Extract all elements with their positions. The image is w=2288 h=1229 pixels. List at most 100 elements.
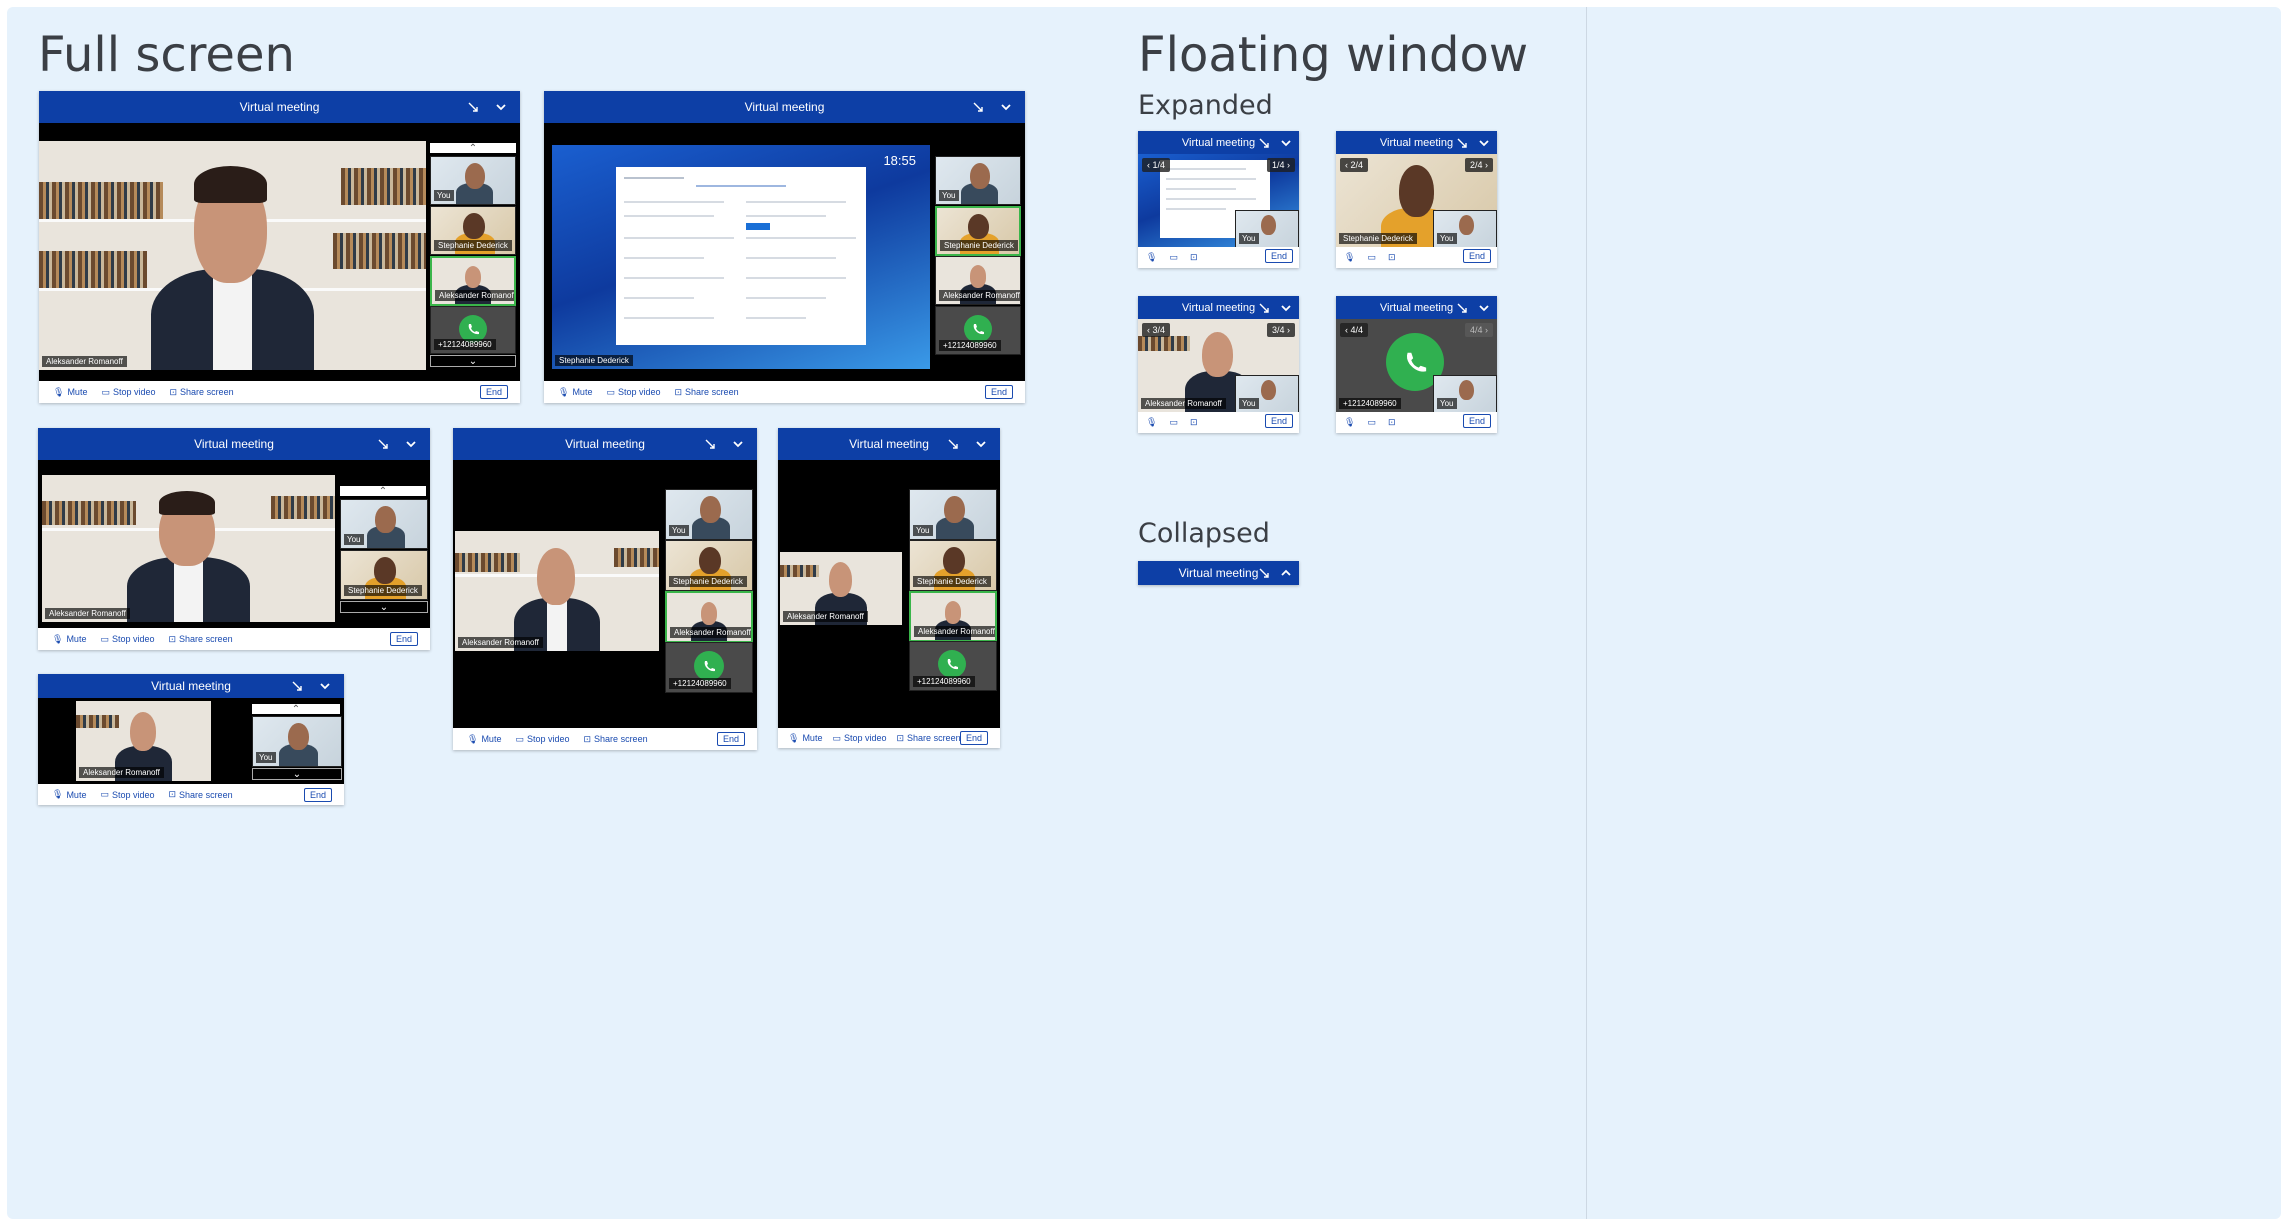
participant-tile-you[interactable]: You — [935, 156, 1021, 205]
title-bar[interactable]: Virtual meeting — [38, 428, 430, 460]
title-bar[interactable]: Virtual meeting — [39, 91, 520, 123]
minimize-icon[interactable] — [376, 437, 390, 451]
scroll-up-button[interactable]: ⌃ — [340, 486, 426, 497]
microphone-icon[interactable]: 🎙 — [1344, 252, 1355, 263]
share-icon[interactable]: ⊡ — [1190, 417, 1198, 428]
participant-tile-phone[interactable]: +12124089960 — [665, 642, 753, 693]
share-screen-button[interactable]: ⊡ Share screen — [169, 789, 233, 800]
title-bar[interactable]: Virtual meeting — [1138, 296, 1299, 319]
minimize-icon[interactable] — [466, 100, 480, 114]
chevron-down-icon[interactable] — [1477, 301, 1491, 315]
participant-tile-you[interactable]: You — [430, 156, 516, 205]
end-button[interactable]: End — [1264, 414, 1293, 428]
participant-tile-aleksander[interactable]: Aleksander Romanoff — [665, 591, 753, 643]
share-screen-button[interactable]: ⊡ Share screen — [897, 733, 961, 744]
title-bar[interactable]: Virtual meeting — [1138, 131, 1299, 154]
camera-icon[interactable]: ▭ — [1169, 252, 1178, 263]
title-bar[interactable]: Virtual meeting — [544, 91, 1025, 123]
pager-next[interactable]: 2/4 › — [1464, 158, 1493, 172]
stop-video-button[interactable]: ▭ Stop video — [100, 634, 154, 645]
pager-prev[interactable]: ‹ 4/4 — [1340, 323, 1369, 337]
participant-tile-stephanie[interactable]: Stephanie Dederick — [340, 550, 428, 600]
end-button[interactable]: End — [479, 385, 508, 399]
end-button[interactable]: End — [984, 385, 1013, 399]
share-screen-button[interactable]: ⊡ Share screen — [675, 387, 739, 398]
stop-video-button[interactable]: ▭ Stop video — [100, 789, 154, 800]
participant-tile-stephanie[interactable]: Stephanie Dederick — [665, 540, 753, 591]
title-bar[interactable]: Virtual meeting — [38, 674, 344, 698]
stop-video-button[interactable]: ▭ Stop video — [515, 734, 569, 745]
minimize-icon[interactable] — [1455, 301, 1469, 315]
mute-button[interactable]: 🎙 Mute — [52, 789, 86, 800]
share-icon[interactable]: ⊡ — [1388, 252, 1396, 263]
participant-tile-you[interactable]: You — [252, 716, 342, 767]
title-bar[interactable]: Virtual meeting — [453, 428, 757, 460]
mute-button[interactable]: 🎙 Mute — [53, 387, 87, 398]
end-button[interactable]: End — [1462, 414, 1491, 428]
stop-video-button[interactable]: ▭ Stop video — [832, 733, 886, 744]
participant-tile-stephanie[interactable]: Stephanie Dederick — [935, 206, 1021, 256]
chevron-down-icon[interactable] — [1279, 301, 1293, 315]
pager-prev[interactable]: ‹ 1/4 — [1142, 158, 1171, 172]
participant-tile-stephanie[interactable]: Stephanie Dederick — [909, 540, 997, 591]
chevron-down-icon[interactable] — [974, 437, 988, 451]
minimize-icon[interactable] — [946, 437, 960, 451]
participant-tile-phone[interactable]: +12124089960 — [909, 641, 997, 691]
participant-tile-aleksander[interactable]: Aleksander Romanoff — [909, 591, 997, 642]
minimize-icon[interactable] — [1257, 301, 1271, 315]
chevron-down-icon[interactable] — [731, 437, 745, 451]
mute-button[interactable]: 🎙 Mute — [558, 387, 592, 398]
participant-tile-you[interactable]: You — [665, 489, 753, 540]
end-button[interactable]: End — [303, 787, 332, 802]
mute-button[interactable]: 🎙 Mute — [467, 734, 501, 745]
chevron-down-icon[interactable] — [1279, 136, 1293, 150]
collapsed-window[interactable]: Virtual meeting — [1138, 561, 1299, 585]
scroll-down-button[interactable]: ⌄ — [252, 768, 342, 780]
share-screen-button[interactable]: ⊡ Share screen — [584, 734, 648, 745]
share-screen-button[interactable]: ⊡ Share screen — [169, 634, 233, 645]
minimize-icon[interactable] — [971, 100, 985, 114]
scroll-up-button[interactable]: ⌃ — [430, 143, 516, 154]
pager-next[interactable]: 3/4 › — [1266, 323, 1295, 337]
microphone-icon[interactable]: 🎙 — [1146, 252, 1157, 263]
share-icon[interactable]: ⊡ — [1388, 417, 1396, 428]
minimize-icon[interactable] — [1257, 136, 1271, 150]
scroll-down-button[interactable]: ⌄ — [340, 601, 428, 613]
chevron-down-icon[interactable] — [318, 679, 332, 693]
participant-tile-phone[interactable]: +12124089960 — [430, 306, 516, 354]
title-bar[interactable]: Virtual meeting — [1336, 131, 1497, 154]
participant-tile-you[interactable]: You — [909, 489, 997, 540]
scroll-down-button[interactable]: ⌄ — [430, 355, 516, 367]
microphone-icon[interactable]: 🎙 — [1344, 417, 1355, 428]
chevron-up-icon[interactable] — [1279, 566, 1293, 580]
mute-button[interactable]: 🎙 Mute — [788, 733, 822, 744]
end-button[interactable]: End — [959, 731, 988, 745]
pager-next[interactable]: 1/4 › — [1266, 158, 1295, 172]
camera-icon[interactable]: ▭ — [1367, 252, 1376, 263]
stop-video-button[interactable]: ▭ Stop video — [606, 387, 660, 398]
end-button[interactable]: End — [716, 732, 745, 746]
camera-icon[interactable]: ▭ — [1367, 417, 1376, 428]
chevron-down-icon[interactable] — [1477, 136, 1491, 150]
chevron-down-icon[interactable] — [404, 437, 418, 451]
participant-tile-aleksander[interactable]: Aleksander Romanoff — [430, 256, 516, 306]
scroll-up-button[interactable]: ⌃ — [252, 704, 340, 715]
end-button[interactable]: End — [1264, 249, 1293, 263]
participant-tile-you[interactable]: You — [340, 499, 428, 549]
minimize-icon[interactable] — [703, 437, 717, 451]
end-button[interactable]: End — [389, 632, 418, 646]
participant-tile-aleksander[interactable]: Aleksander Romanoff — [935, 256, 1021, 305]
title-bar[interactable]: Virtual meeting — [778, 428, 1000, 460]
minimize-icon[interactable] — [1257, 566, 1271, 580]
stop-video-button[interactable]: ▭ Stop video — [101, 387, 155, 398]
camera-icon[interactable]: ▭ — [1169, 417, 1178, 428]
microphone-icon[interactable]: 🎙 — [1146, 417, 1157, 428]
share-icon[interactable]: ⊡ — [1190, 252, 1198, 263]
minimize-icon[interactable] — [290, 679, 304, 693]
participant-tile-phone[interactable]: +12124089960 — [935, 306, 1021, 355]
mute-button[interactable]: 🎙 Mute — [52, 634, 86, 645]
pager-prev[interactable]: ‹ 2/4 — [1340, 158, 1369, 172]
chevron-down-icon[interactable] — [494, 100, 508, 114]
pager-prev[interactable]: ‹ 3/4 — [1142, 323, 1171, 337]
end-button[interactable]: End — [1462, 249, 1491, 263]
